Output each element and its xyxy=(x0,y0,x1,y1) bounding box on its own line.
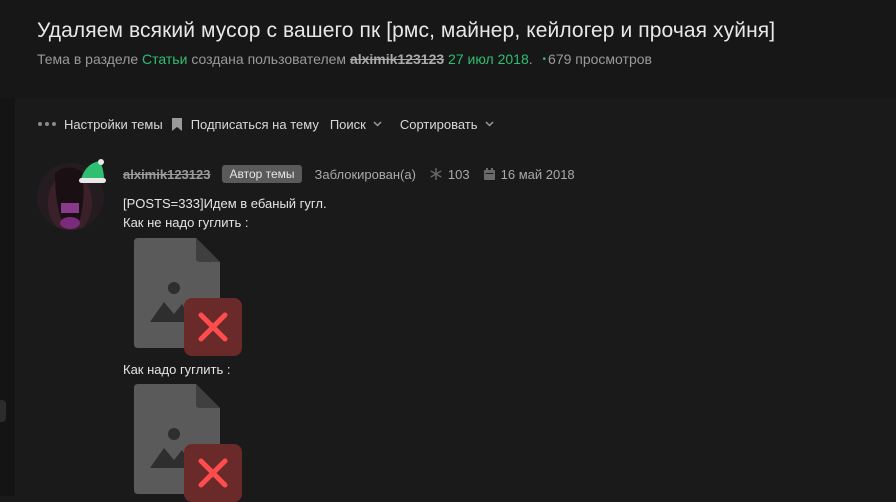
thread-toolbar: Настройки темы Подписаться на тему Поиск… xyxy=(38,114,494,134)
thread-header: Удаляем всякий мусор с вашего пк [рмс, м… xyxy=(0,0,896,98)
sort-label: Сортировать xyxy=(399,116,478,132)
post-text-line: Как надо гуглить : xyxy=(123,362,231,377)
post-text-line: [POSTS=333]Идем в ебаный гугл. xyxy=(123,196,327,211)
left-scroll-handle[interactable] xyxy=(0,400,6,422)
thread-date: 27 июл 2018 xyxy=(448,51,529,67)
user-status: Заблокирован(а) xyxy=(314,166,416,182)
search-dropdown[interactable]: Поиск xyxy=(330,117,382,132)
meta-dot-icon: • xyxy=(542,54,547,65)
search-label: Поиск xyxy=(329,116,366,132)
broken-image-icon xyxy=(134,384,242,502)
thread-meta: Тема в разделе Статьи создана пользовате… xyxy=(37,51,652,67)
subscribe-label: Подписаться на тему xyxy=(190,116,319,132)
section-link[interactable]: Статьи xyxy=(142,51,187,67)
left-edge-strip xyxy=(0,98,15,496)
thread-title: Удаляем всякий мусор с вашего пк [рмс, м… xyxy=(37,19,776,42)
broken-image-icon xyxy=(134,238,242,356)
subscribe-button[interactable]: Подписаться на тему xyxy=(163,117,319,132)
chevron-down-icon xyxy=(485,121,494,127)
likes-count: 103 xyxy=(447,166,470,182)
more-dots-icon xyxy=(38,122,56,126)
post-header: alximik123123 Автор темы Заблокирован(а)… xyxy=(123,165,575,183)
meta-prefix: Тема в разделе xyxy=(37,51,139,67)
post-text-line: Как не надо гуглить : xyxy=(123,215,249,230)
thread-settings-button[interactable]: Настройки темы xyxy=(38,117,163,132)
snowflake-icon xyxy=(430,168,442,180)
thread-settings-label: Настройки темы xyxy=(64,116,163,132)
bookmark-icon xyxy=(171,117,182,131)
post-date: 16 май 2018 xyxy=(500,166,575,182)
views-count: 679 просмотров xyxy=(548,51,652,67)
chevron-down-icon xyxy=(373,121,382,127)
thread-author-link[interactable]: alximik123123 xyxy=(350,51,444,67)
meta-created: создана пользователем xyxy=(191,51,347,67)
date-suffix: . xyxy=(528,51,533,67)
post-username[interactable]: alximik123123 xyxy=(123,167,210,182)
santa-hat-icon xyxy=(79,159,106,183)
sort-dropdown[interactable]: Сортировать xyxy=(400,117,494,132)
author-badge: Автор темы xyxy=(222,165,302,183)
calendar-icon xyxy=(483,168,495,180)
